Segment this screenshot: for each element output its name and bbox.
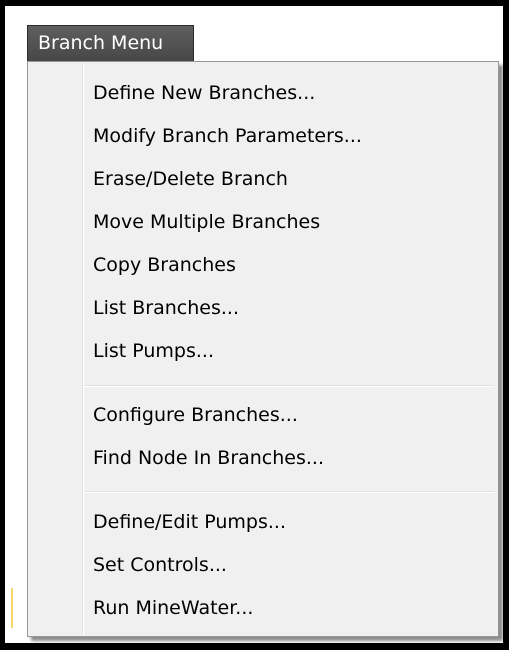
menu-item-define-new-branches[interactable]: Define New Branches... xyxy=(93,75,315,111)
menu-separator xyxy=(84,491,494,493)
menu-item-find-node-in-branches[interactable]: Find Node In Branches... xyxy=(93,440,324,476)
menu-item-copy-branches[interactable]: Copy Branches xyxy=(93,247,236,283)
menu-item-list-pumps[interactable]: List Pumps... xyxy=(93,333,214,369)
branch-menu-title[interactable]: Branch Menu xyxy=(27,25,194,61)
menu-item-set-controls[interactable]: Set Controls... xyxy=(93,547,227,583)
menu-item-list-branches[interactable]: List Branches... xyxy=(93,290,239,326)
menu-item-run-minewater[interactable]: Run MineWater... xyxy=(93,590,253,626)
branch-menu-dropdown: Define New Branches... Modify Branch Par… xyxy=(27,61,499,637)
menu-item-configure-branches[interactable]: Configure Branches... xyxy=(93,397,298,433)
menu-separator xyxy=(84,385,494,387)
screenshot-frame: Branch Menu Define New Branches... Modif… xyxy=(5,6,503,643)
menu-item-erase-delete-branch[interactable]: Erase/Delete Branch xyxy=(93,161,288,197)
background-window-edge xyxy=(11,588,13,628)
menu-item-move-multiple-branches[interactable]: Move Multiple Branches xyxy=(93,204,320,240)
menu-item-define-edit-pumps[interactable]: Define/Edit Pumps... xyxy=(93,504,286,540)
menu-item-modify-branch-parameters[interactable]: Modify Branch Parameters... xyxy=(93,118,362,154)
